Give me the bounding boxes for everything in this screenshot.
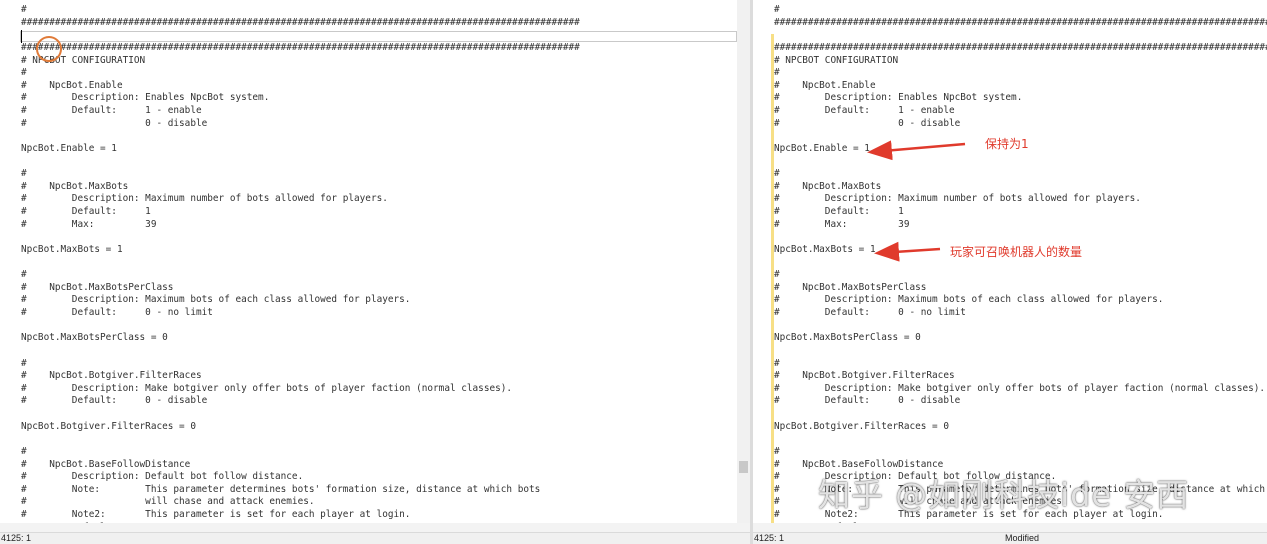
maxbots-annotation: 玩家可召唤机器人的数量 [950, 245, 1083, 259]
arrow-to-maxbots [874, 241, 941, 262]
watermark: 知乎 @如刚科技ide 安西 [818, 476, 1190, 514]
enable-annotation: 保持为1 [985, 137, 1029, 151]
annotation-arrows [867, 140, 966, 262]
arrow-to-enable [867, 140, 966, 161]
